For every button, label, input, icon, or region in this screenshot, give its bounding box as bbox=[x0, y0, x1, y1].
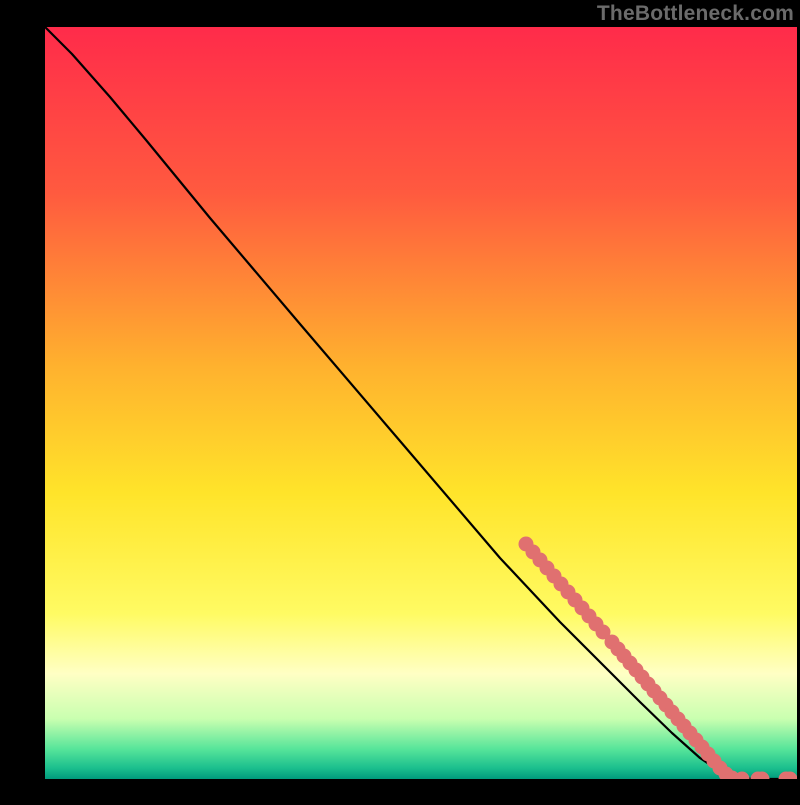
plot-background-gradient bbox=[45, 27, 797, 779]
chart-frame: TheBottleneck.com bbox=[0, 0, 800, 800]
bottleneck-chart bbox=[0, 0, 800, 800]
attribution-label: TheBottleneck.com bbox=[597, 2, 794, 26]
